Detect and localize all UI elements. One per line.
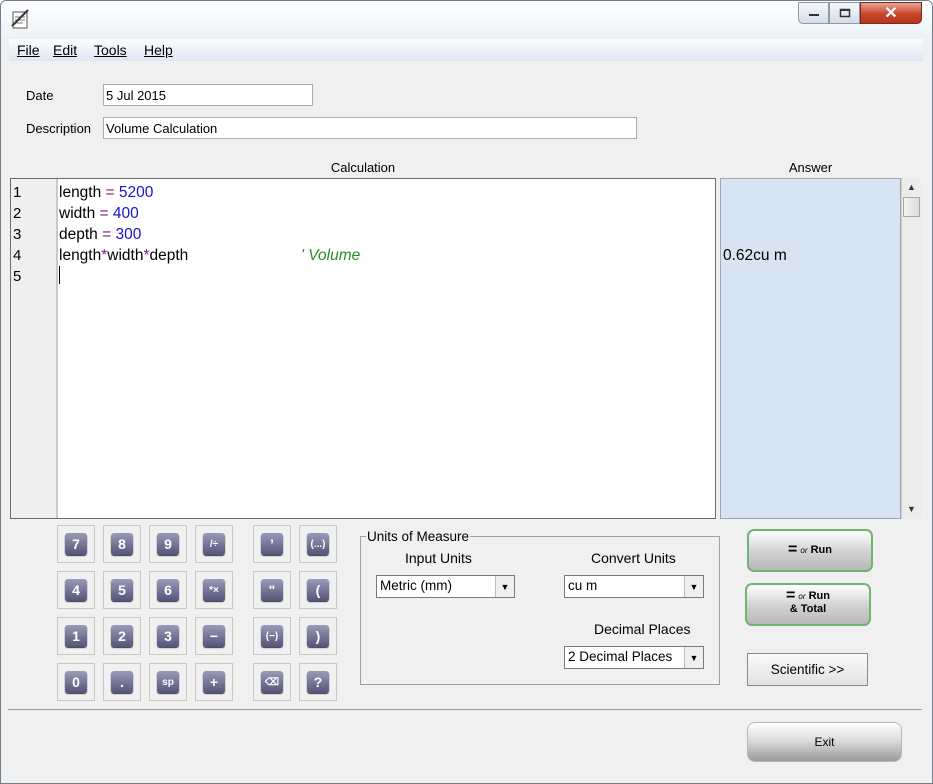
date-label: Date bbox=[26, 88, 54, 103]
menu-tools[interactable]: Tools bbox=[94, 42, 127, 58]
key-5[interactable]: 5 bbox=[103, 571, 141, 609]
chevron-down-icon: ▼ bbox=[684, 647, 703, 668]
convert-units-label: Convert Units bbox=[591, 550, 676, 566]
line-number: 2 bbox=[13, 205, 22, 222]
equals-icon: = bbox=[788, 541, 798, 558]
decimal-places-select[interactable]: 2 Decimal Places ▼ bbox=[564, 646, 704, 669]
code-comment: ' Volume bbox=[301, 247, 361, 264]
answer-pane: 0.62cu m bbox=[720, 178, 901, 519]
units-group-title: Units of Measure bbox=[366, 529, 471, 544]
key-8[interactable]: 8 bbox=[103, 525, 141, 563]
code-line: width = 400 bbox=[59, 205, 139, 222]
line-number-gutter: 1 2 3 4 5 bbox=[11, 179, 58, 518]
key-minus[interactable]: − bbox=[195, 617, 233, 655]
key-0[interactable]: 0 bbox=[57, 663, 95, 701]
backspace-icon: ⌫ bbox=[261, 671, 283, 693]
exit-button[interactable]: Exit bbox=[747, 722, 902, 762]
minimize-icon bbox=[808, 14, 819, 16]
key-apostrophe[interactable]: ’ bbox=[253, 525, 291, 563]
triangle-down-icon: ▼ bbox=[907, 504, 916, 514]
answer-header: Answer bbox=[788, 160, 833, 175]
vertical-scrollbar[interactable]: ▲ ▼ bbox=[901, 178, 921, 519]
calculation-editor[interactable]: 1 2 3 4 5 length = 5200 width = 400 dept… bbox=[10, 178, 716, 519]
scroll-up-button[interactable]: ▲ bbox=[902, 178, 921, 196]
key-close-paren[interactable]: ) bbox=[299, 617, 337, 655]
date-field[interactable] bbox=[103, 84, 313, 106]
line-number: 1 bbox=[13, 184, 22, 201]
key-divide[interactable]: /÷ bbox=[195, 525, 233, 563]
convert-units-select[interactable]: cu m ▼ bbox=[564, 575, 704, 598]
key-parentheses[interactable]: (...) bbox=[299, 525, 337, 563]
run-and-total-button[interactable]: = or Run & Total bbox=[745, 583, 871, 626]
text-cursor bbox=[59, 266, 60, 284]
line-number: 3 bbox=[13, 226, 22, 243]
key-decimal[interactable]: . bbox=[103, 663, 141, 701]
key-2[interactable]: 2 bbox=[103, 617, 141, 655]
maximize-button[interactable] bbox=[829, 2, 860, 24]
scroll-thumb[interactable] bbox=[903, 197, 920, 217]
key-quote[interactable]: " bbox=[253, 571, 291, 609]
key-4[interactable]: 4 bbox=[57, 571, 95, 609]
input-units-label: Input Units bbox=[405, 550, 472, 566]
input-units-select[interactable]: Metric (mm) ▼ bbox=[376, 575, 515, 598]
close-icon: ✕ bbox=[884, 5, 898, 22]
title-bar: ✕ bbox=[1, 1, 932, 37]
key-7[interactable]: 7 bbox=[57, 525, 95, 563]
key-multiply[interactable]: *× bbox=[195, 571, 233, 609]
menu-file[interactable]: File bbox=[17, 42, 40, 58]
code-line: length = 5200 bbox=[59, 184, 154, 201]
footer-divider bbox=[8, 709, 922, 710]
key-9[interactable]: 9 bbox=[149, 525, 187, 563]
decimal-places-label: Decimal Places bbox=[594, 621, 691, 637]
notepad-app-icon bbox=[11, 9, 29, 29]
scientific-button[interactable]: Scientific >> bbox=[747, 653, 868, 686]
maximize-icon bbox=[839, 8, 850, 18]
description-field[interactable] bbox=[103, 117, 637, 139]
description-label: Description bbox=[26, 121, 92, 136]
triangle-up-icon: ▲ bbox=[907, 182, 916, 192]
menu-bar: File Edit Tools Help bbox=[9, 39, 923, 61]
equals-icon: = bbox=[786, 587, 796, 605]
key-1[interactable]: 1 bbox=[57, 617, 95, 655]
answer-line-4: 0.62cu m bbox=[723, 247, 787, 264]
calculation-header: Calculation bbox=[330, 160, 396, 175]
menu-help[interactable]: Help bbox=[144, 42, 173, 58]
key-space[interactable]: sp bbox=[149, 663, 187, 701]
key-backspace[interactable]: ⌫ bbox=[253, 663, 291, 701]
close-button[interactable]: ✕ bbox=[860, 2, 922, 24]
code-line: length*width*depth bbox=[59, 247, 189, 264]
code-line: depth = 300 bbox=[59, 226, 142, 243]
line-number: 4 bbox=[13, 247, 22, 264]
chevron-down-icon: ▼ bbox=[684, 576, 703, 597]
key-3[interactable]: 3 bbox=[149, 617, 187, 655]
line-number: 5 bbox=[13, 268, 22, 285]
question-icon: ? bbox=[307, 671, 329, 693]
key-plus[interactable]: + bbox=[195, 663, 233, 701]
key-help[interactable]: ? bbox=[299, 663, 337, 701]
menu-edit[interactable]: Edit bbox=[53, 42, 77, 58]
key-negate[interactable]: (−) bbox=[253, 617, 291, 655]
key-6[interactable]: 6 bbox=[149, 571, 187, 609]
minimize-button[interactable] bbox=[798, 2, 829, 24]
chevron-down-icon: ▼ bbox=[495, 576, 514, 597]
run-button[interactable]: = or Run bbox=[747, 529, 873, 572]
key-open-paren[interactable]: ( bbox=[299, 571, 337, 609]
scroll-down-button[interactable]: ▼ bbox=[902, 500, 921, 518]
